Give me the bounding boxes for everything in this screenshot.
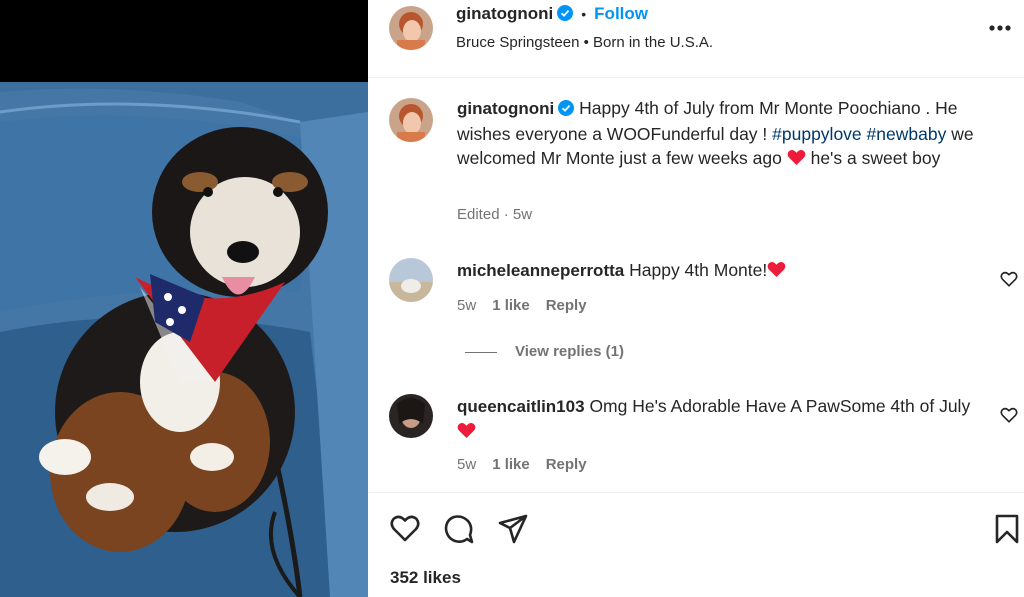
red-heart-emoji-icon bbox=[787, 150, 806, 166]
comment-meta: 5w 1 like Reply bbox=[457, 297, 603, 314]
comment-time: 5w bbox=[457, 456, 477, 473]
view-replies-button[interactable]: View replies (1) bbox=[465, 343, 624, 360]
reply-button[interactable]: Reply bbox=[546, 297, 587, 314]
comment-icon[interactable] bbox=[443, 513, 475, 545]
header-separator: • bbox=[581, 6, 587, 22]
comment-text: queencaitlin103 Omg He's Adorable Have A… bbox=[457, 394, 982, 444]
author-username[interactable]: ginatognoni bbox=[456, 4, 553, 23]
comment-body: Omg He's Adorable Have A PawSome 4th of … bbox=[589, 396, 971, 416]
commenter-avatar[interactable] bbox=[389, 258, 433, 302]
commenter-avatar[interactable] bbox=[389, 394, 433, 438]
comment-like-heart-icon[interactable] bbox=[1000, 270, 1018, 288]
more-options-icon[interactable] bbox=[986, 14, 1014, 38]
hashtag-newbaby[interactable]: #newbaby bbox=[867, 124, 947, 144]
comment-likes[interactable]: 1 like bbox=[492, 456, 530, 473]
view-replies-line bbox=[465, 351, 497, 353]
verified-badge-icon bbox=[558, 100, 575, 116]
post-actions-bar: 352 likes bbox=[368, 492, 1024, 597]
comment-time: 5w bbox=[457, 297, 477, 314]
dog-photo bbox=[0, 82, 368, 597]
photo-black-bar bbox=[0, 0, 368, 82]
audio-link[interactable]: Bruce Springsteen • Born in the U.S.A. bbox=[456, 34, 713, 51]
comment-username[interactable]: queencaitlin103 bbox=[457, 397, 585, 416]
comment-body: Happy 4th Monte! bbox=[629, 260, 768, 280]
view-replies-label: View replies (1) bbox=[515, 343, 624, 360]
comment-meta: 5w 1 like Reply bbox=[457, 456, 603, 473]
red-heart-emoji-icon bbox=[767, 262, 786, 278]
author-avatar[interactable] bbox=[389, 6, 433, 50]
comment-text: micheleanneperrotta Happy 4th Monte! bbox=[457, 258, 982, 283]
hashtag-puppylove[interactable]: #puppylove bbox=[772, 124, 862, 144]
post-details-panel: ginatognoni • Follow Bruce Springsteen • B… bbox=[368, 0, 1024, 597]
caption-body-3: he's a sweet boy bbox=[805, 148, 941, 168]
comment-likes[interactable]: 1 like bbox=[492, 297, 530, 314]
post-photo[interactable] bbox=[0, 0, 368, 597]
share-icon[interactable] bbox=[497, 513, 529, 545]
caption-meta: Edited · 5w bbox=[457, 206, 533, 223]
caption-text: ginatognoni Happy 4th of July from Mr Mo… bbox=[457, 96, 997, 171]
verified-badge-icon bbox=[557, 5, 574, 21]
follow-button[interactable]: Follow bbox=[594, 4, 648, 23]
post-header: ginatognoni • Follow Bruce Springsteen • B… bbox=[368, 0, 1024, 78]
comment-like-heart-icon[interactable] bbox=[1000, 406, 1018, 424]
comment-username[interactable]: micheleanneperrotta bbox=[457, 261, 624, 280]
bookmark-icon[interactable] bbox=[991, 513, 1023, 545]
red-heart-emoji-icon bbox=[457, 423, 476, 439]
caption-username[interactable]: ginatognoni bbox=[457, 99, 554, 118]
reply-button[interactable]: Reply bbox=[546, 456, 587, 473]
heart-icon[interactable] bbox=[389, 513, 421, 545]
caption-avatar[interactable] bbox=[389, 98, 433, 142]
likes-count[interactable]: 352 likes bbox=[390, 568, 461, 588]
